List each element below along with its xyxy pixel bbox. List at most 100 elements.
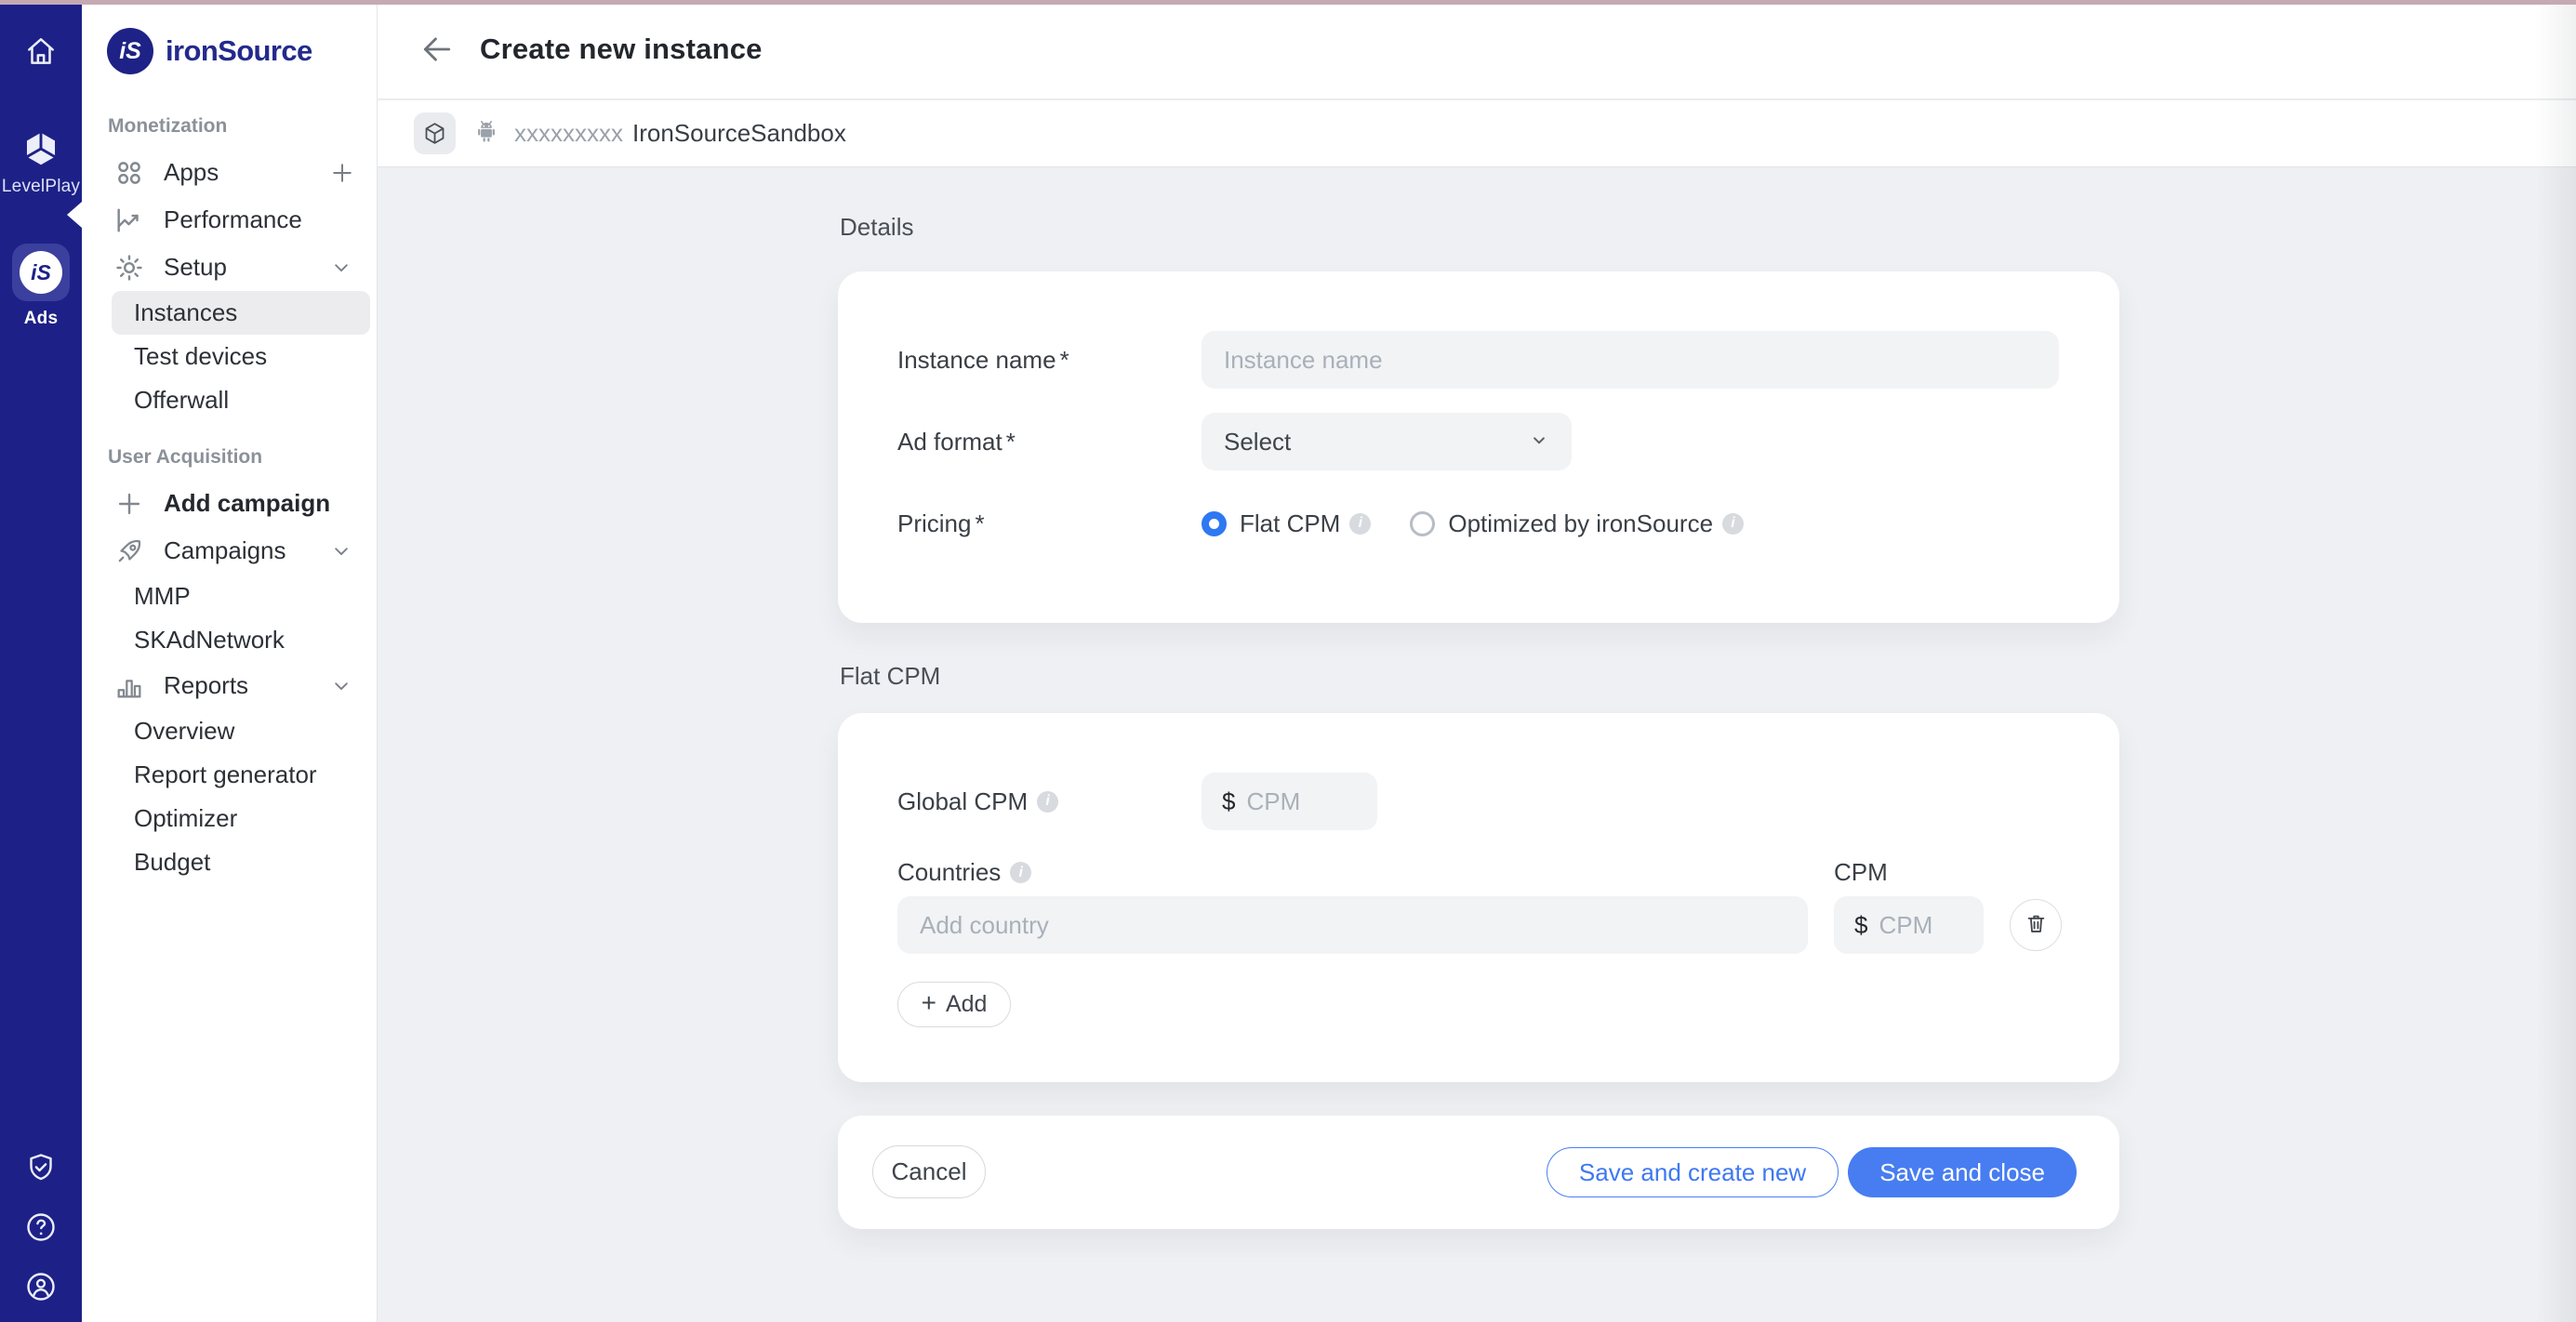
delete-row-button[interactable] — [2010, 899, 2062, 951]
section-label-user-acquisition: User Acquisition — [108, 446, 377, 469]
sidebar-item-label: Optimizer — [134, 804, 237, 833]
apps-grid-icon — [113, 157, 145, 189]
ad-format-selected-value: Select — [1224, 428, 1291, 456]
app-cube-icon[interactable] — [414, 112, 456, 154]
app-window: LevelPlay iS Ads — [0, 0, 2576, 1322]
back-button[interactable] — [418, 31, 456, 68]
sidebar-item-label: Reports — [164, 671, 248, 700]
sidebar-item-campaigns[interactable]: Campaigns — [82, 527, 377, 575]
campaigns-rocket-icon — [113, 535, 145, 567]
sidebar-item-setup[interactable]: Setup — [82, 244, 377, 291]
account-button[interactable] — [24, 1270, 58, 1303]
sidebar-item-skadnetwork[interactable]: SKAdNetwork — [112, 618, 370, 662]
chevron-down-icon[interactable] — [328, 537, 356, 565]
product-rail: LevelPlay iS Ads — [0, 0, 82, 1322]
privacy-shield-button[interactable] — [24, 1151, 58, 1184]
sidebar-item-label: Apps — [164, 158, 219, 187]
section-label-monetization: Monetization — [108, 115, 377, 138]
info-icon[interactable]: i — [1349, 513, 1371, 535]
pricing-radio-group: Flat CPM i Optimized by ironSource i — [1202, 509, 1744, 538]
add-country-input[interactable] — [897, 896, 1808, 954]
country-cpm-labels-row: Countries i CPM — [897, 858, 2119, 887]
sidebar-item-apps[interactable]: Apps — [82, 149, 377, 196]
required-asterisk: * — [975, 509, 984, 538]
home-icon — [23, 33, 59, 69]
ironsource-is-icon: iS — [20, 251, 62, 294]
add-app-plus-icon[interactable] — [328, 159, 356, 187]
home-nav-button[interactable] — [23, 33, 59, 69]
rail-bottom-group — [24, 1151, 58, 1303]
sidebar-item-label: Campaigns — [164, 536, 286, 565]
active-app-notch — [67, 202, 82, 228]
cancel-button[interactable]: Cancel — [872, 1145, 986, 1198]
instance-name-input[interactable] — [1202, 331, 2059, 389]
details-section-heading: Details — [840, 213, 913, 242]
help-button[interactable] — [24, 1210, 58, 1244]
global-cpm-input[interactable] — [1246, 787, 1361, 816]
sidebar-item-instances[interactable]: Instances — [112, 291, 370, 335]
sidebar-item-report-generator[interactable]: Report generator — [112, 753, 370, 797]
ad-format-label: Ad format* — [897, 428, 1202, 456]
plus-icon — [113, 488, 145, 520]
currency-symbol: $ — [1222, 787, 1235, 816]
ad-format-row: Ad format* Select — [897, 413, 2119, 470]
save-and-close-button[interactable]: Save and close — [1848, 1147, 2077, 1197]
sidebar-item-label: Add campaign — [164, 489, 330, 518]
sidebar-item-performance[interactable]: Performance — [82, 196, 377, 244]
optimized-radio[interactable] — [1410, 511, 1435, 536]
ads-nav-button[interactable]: iS Ads — [12, 244, 70, 329]
info-icon[interactable]: i — [1010, 862, 1031, 883]
country-cpm-input-wrap: $ — [1834, 896, 1984, 954]
sidebar-item-overview[interactable]: Overview — [112, 709, 370, 753]
android-icon — [471, 116, 501, 151]
flat-cpm-radio[interactable] — [1202, 511, 1227, 536]
ad-format-select[interactable]: Select — [1202, 413, 1572, 470]
required-asterisk: * — [1060, 346, 1069, 375]
add-country-row-button[interactable]: + Add — [897, 982, 1011, 1027]
sidebar-item-reports[interactable]: Reports — [82, 662, 377, 709]
sidebar-item-label: Setup — [164, 253, 227, 282]
chevron-down-icon[interactable] — [328, 672, 356, 700]
required-asterisk: * — [1006, 428, 1016, 456]
trash-icon — [2024, 911, 2049, 939]
pricing-label: Pricing* — [897, 509, 1202, 538]
sidebar-item-budget[interactable]: Budget — [112, 840, 370, 884]
ads-active-chip: iS — [12, 244, 70, 301]
countries-label: Countries i — [897, 858, 1834, 887]
sidebar-item-offerwall[interactable]: Offerwall — [112, 378, 370, 422]
levelplay-label: LevelPlay — [2, 177, 80, 197]
levelplay-nav-button[interactable]: LevelPlay — [2, 128, 80, 197]
ironsource-logo[interactable]: iS ironSource — [82, 0, 377, 74]
info-icon[interactable]: i — [1722, 513, 1744, 535]
app-id: xxxxxxxxx — [514, 119, 623, 148]
sidebar-item-test-devices[interactable]: Test devices — [112, 335, 370, 378]
performance-chart-icon — [113, 205, 145, 236]
page-header: Create new instance — [378, 0, 2576, 99]
sidebar-item-label: MMP — [134, 582, 191, 611]
scroll-edge-shadow — [2535, 0, 2576, 1322]
sidebar-item-label: Performance — [164, 205, 302, 234]
sidebar-item-label: Report generator — [134, 760, 317, 789]
sidebar-item-add-campaign[interactable]: Add campaign — [82, 480, 377, 527]
info-icon[interactable]: i — [1037, 791, 1058, 813]
reports-bar-chart-icon — [113, 670, 145, 702]
save-and-create-new-button[interactable]: Save and create new — [1547, 1147, 1839, 1197]
app-name: IronSourceSandbox — [632, 119, 846, 148]
sidebar-item-optimizer[interactable]: Optimizer — [112, 797, 370, 840]
global-cpm-input-wrap: $ — [1202, 773, 1377, 830]
sidebar-item-label: Offerwall — [134, 386, 229, 415]
currency-symbol: $ — [1854, 911, 1867, 940]
instance-name-label: Instance name* — [897, 346, 1202, 375]
sidebar-item-label: Overview — [134, 717, 234, 746]
chevron-down-icon[interactable] — [328, 254, 356, 282]
instance-name-row: Instance name* — [897, 331, 2119, 389]
sidebar-item-mmp[interactable]: MMP — [112, 575, 370, 618]
flat-cpm-section-heading: Flat CPM — [840, 662, 940, 691]
pricing-row: Pricing* Flat CPM i Optimized by ironSou… — [897, 495, 2119, 552]
app-breadcrumb-bar: xxxxxxxxx IronSourceSandbox — [378, 100, 2576, 167]
window-top-strip — [0, 0, 2576, 5]
unity-levelplay-icon — [20, 128, 61, 169]
flat-cpm-radio-label: Flat CPM — [1240, 509, 1340, 538]
country-cpm-input[interactable] — [1879, 911, 1967, 940]
page-title: Create new instance — [480, 33, 763, 66]
